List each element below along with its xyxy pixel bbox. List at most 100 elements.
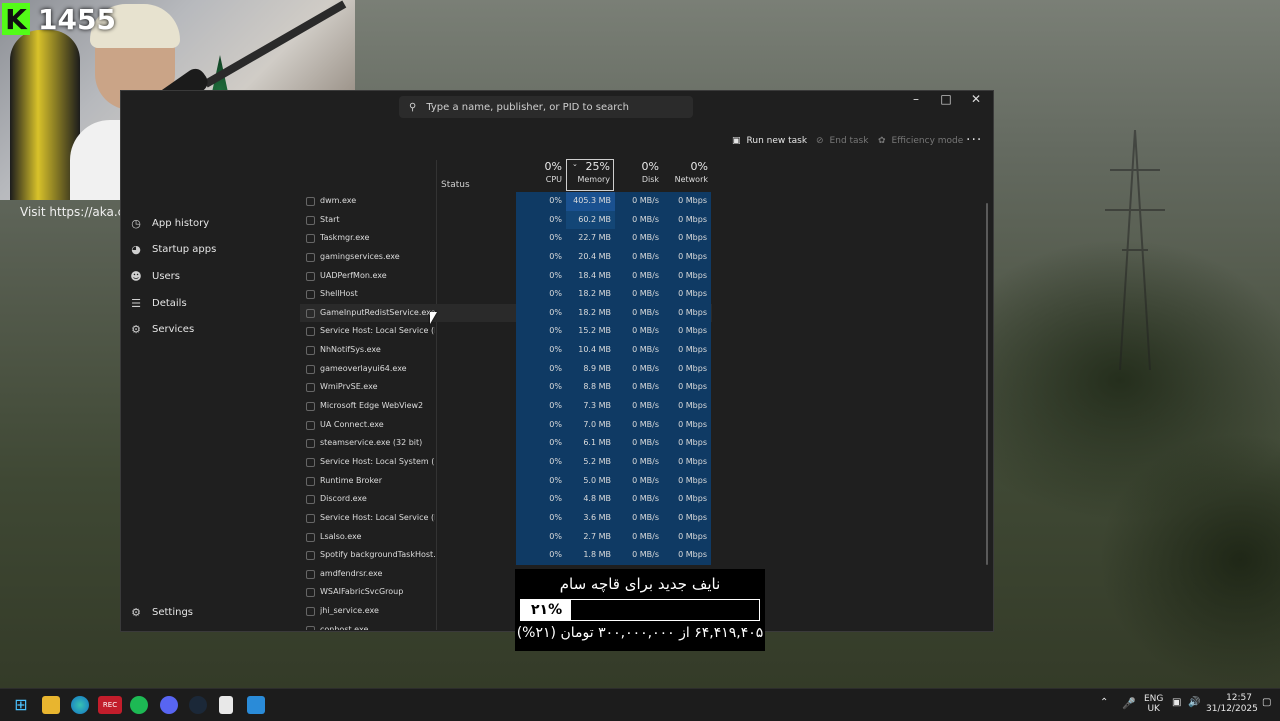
sidebar-item-details[interactable]: ☰ Details <box>120 290 300 317</box>
notepad-icon[interactable] <box>219 696 233 714</box>
sidebar-item-startup-apps[interactable]: ◕ Startup apps <box>120 237 300 264</box>
disk-cell: 0 MB/s <box>615 397 663 416</box>
table-row[interactable]: Service Host: Local Service (N... 0% 15.2 … <box>300 322 712 342</box>
taskbar: ⊞ REC <box>0 688 1280 721</box>
chevron-up-icon[interactable]: ⌃ <box>1100 697 1108 708</box>
minimize-button[interactable]: – <box>906 92 926 108</box>
table-row[interactable]: ShellHost 0% 18.2 MB 0 MB/s 0 Mbps <box>300 285 712 304</box>
table-row[interactable]: Service Host: Local Service (N... 0% 3.6 M… <box>300 508 712 528</box>
photos-icon[interactable] <box>247 696 265 714</box>
cpu-cell: 0% <box>516 285 566 304</box>
table-row[interactable]: Discord.exe 0% 4.8 MB 0 MB/s 0 Mbps <box>300 490 712 509</box>
network-icon[interactable]: ▣ <box>1172 697 1181 708</box>
table-row[interactable]: Start 0% 60.2 MB 0 MB/s 0 Mbps <box>300 210 712 230</box>
run-task-icon: ▣ <box>732 136 741 146</box>
clock[interactable]: 12:57 31/12/2025 <box>1206 693 1258 715</box>
table-row[interactable]: Lsalso.exe 0% 2.7 MB 0 MB/s 0 Mbps <box>300 527 712 547</box>
process-icon <box>306 532 315 542</box>
cpu-cell: 0% <box>516 508 566 528</box>
disk-cell: 0 MB/s <box>615 452 663 472</box>
donation-progress-bar: ۲۱% <box>520 599 760 621</box>
table-row[interactable]: gameoverlayui64.exe 0% 8.9 MB 0 MB/s 0 Mbps <box>300 359 712 379</box>
table-row[interactable]: GameInputRedistService.exe 0% 18.2 MB 0 MB/… <box>300 303 712 323</box>
cpu-cell: 0% <box>516 434 566 453</box>
end-task-button[interactable]: ⊘ End task <box>816 132 868 150</box>
memory-cell: 22.7 MB <box>566 229 615 248</box>
process-name: UADPerfMon.exe <box>320 270 387 280</box>
network-cell: 0 Mbps <box>663 397 711 416</box>
network-cell: 0 Mbps <box>663 266 711 286</box>
cpu-cell: 0% <box>516 210 566 230</box>
edge-icon[interactable] <box>71 696 89 714</box>
table-row[interactable]: UA Connect.exe 0% 7.0 MB 0 MB/s 0 Mbps <box>300 415 712 435</box>
table-row[interactable]: NhNotifSys.exe 0% 10.4 MB 0 MB/s 0 Mbps <box>300 341 712 360</box>
steam-icon[interactable] <box>189 696 207 714</box>
search-icon: ⚲ <box>409 101 417 113</box>
memory-cell: 15.2 MB <box>566 322 615 342</box>
process-name: Lsalso.exe <box>320 531 362 541</box>
disk-cell: 0 MB/s <box>615 434 663 453</box>
efficiency-mode-button[interactable]: ✿ Efficiency mode <box>878 132 963 150</box>
table-row[interactable]: Spotify backgroundTaskHost.... 0% 1.8 MB 0 … <box>300 546 712 565</box>
table-row[interactable]: dwm.exe 0% 405.3 MB 0 MB/s 0 Mbps <box>300 192 712 211</box>
process-name: Service Host: Local Service (N... <box>320 326 435 336</box>
table-row[interactable]: Runtime Broker 0% 5.0 MB 0 MB/s 0 Mbps <box>300 471 712 491</box>
table-row[interactable]: gamingservices.exe 0% 20.4 MB 0 MB/s 0 Mbps <box>300 247 712 267</box>
cpu-cell: 0% <box>516 247 566 267</box>
network-cell: 0 Mbps <box>663 285 711 304</box>
sidebar-item-users[interactable]: ☻ Users <box>120 263 300 290</box>
sidebar-item-services[interactable]: ⚙ Services <box>120 316 300 343</box>
more-options-icon[interactable]: ··· <box>966 132 982 148</box>
table-row[interactable]: Microsoft Edge WebView2 0% 7.3 MB 0 MB/s 0 M… <box>300 397 712 416</box>
volume-icon[interactable]: 🔊 <box>1188 697 1200 708</box>
network-cell: 0 Mbps <box>663 490 711 509</box>
process-icon <box>306 569 315 579</box>
sort-chevron-icon: ⌄ <box>572 160 578 168</box>
scrollbar[interactable] <box>986 203 988 565</box>
notification-icon[interactable]: ▢ <box>1262 697 1271 708</box>
disk-cell: 0 MB/s <box>615 378 663 398</box>
run-new-task-button[interactable]: ▣ Run new task <box>732 132 807 150</box>
network-cell: 0 Mbps <box>663 452 711 472</box>
column-header-disk[interactable]: 0% Disk <box>614 160 659 184</box>
sidebar-item-app-history[interactable]: ◷ App history <box>120 210 300 237</box>
disk-cell: 0 MB/s <box>615 247 663 267</box>
process-name: Runtime Broker <box>320 475 383 485</box>
file-explorer-icon[interactable] <box>42 696 60 714</box>
table-row[interactable]: steamservice.exe (32 bit) 0% 6.1 MB 0 MB/s 0… <box>300 434 712 453</box>
close-button[interactable]: ✕ <box>966 92 986 108</box>
disk-cell: 0 MB/s <box>615 490 663 509</box>
table-row[interactable]: WmiPrvSE.exe 0% 8.8 MB 0 MB/s 0 Mbps <box>300 378 712 398</box>
sidebar-nav: ◷ App history ◕ Startup apps ☻ Users ☰ D… <box>120 210 300 343</box>
language-indicator[interactable]: ENG UK <box>1144 694 1163 714</box>
table-row[interactable]: Taskmgr.exe 0% 22.7 MB 0 MB/s 0 Mbps <box>300 229 712 248</box>
process-icon <box>306 383 315 393</box>
table-row[interactable]: UADPerfMon.exe 0% 18.4 MB 0 MB/s 0 Mbps <box>300 266 712 286</box>
process-icon <box>306 197 315 206</box>
column-header-memory[interactable]: ⌄ 25% Memory <box>566 160 610 184</box>
spotify-icon[interactable] <box>130 696 148 714</box>
network-cell: 0 Mbps <box>663 415 711 435</box>
memory-cell: 8.8 MB <box>566 378 615 398</box>
mic-arm <box>203 0 347 88</box>
speedometer-icon: ◕ <box>131 243 141 257</box>
microphone-icon[interactable]: 🎤 <box>1122 697 1136 710</box>
network-cell: 0 Mbps <box>663 471 711 491</box>
streaming-app-icon[interactable]: REC <box>98 696 122 714</box>
windows-start-icon[interactable]: ⊞ <box>12 696 30 714</box>
process-icon <box>306 513 315 523</box>
column-header-cpu[interactable]: 0% CPU <box>516 160 562 184</box>
sidebar-item-settings[interactable]: ⚙ Settings <box>130 606 193 619</box>
donation-summary: ۶۴,۴۱۹,۴۰۵ از ۳۰۰,۰۰۰,۰۰۰ تومان (۲۱%) <box>516 625 764 641</box>
discord-icon[interactable] <box>160 696 178 714</box>
process-icon <box>306 588 315 598</box>
search-input[interactable]: ⚲ Type a name, publisher, or PID to sear… <box>399 96 693 118</box>
end-task-icon: ⊘ <box>816 136 824 146</box>
disk-cell: 0 MB/s <box>615 266 663 286</box>
maximize-button[interactable]: □ <box>936 92 956 108</box>
network-cell: 0 Mbps <box>663 341 711 360</box>
network-cell: 0 Mbps <box>663 527 711 547</box>
cpu-cell: 0% <box>516 341 566 360</box>
column-header-network[interactable]: 0% Network <box>662 160 708 184</box>
table-row[interactable]: Service Host: Local System (N... 0%5.2 MB… <box>300 452 712 472</box>
